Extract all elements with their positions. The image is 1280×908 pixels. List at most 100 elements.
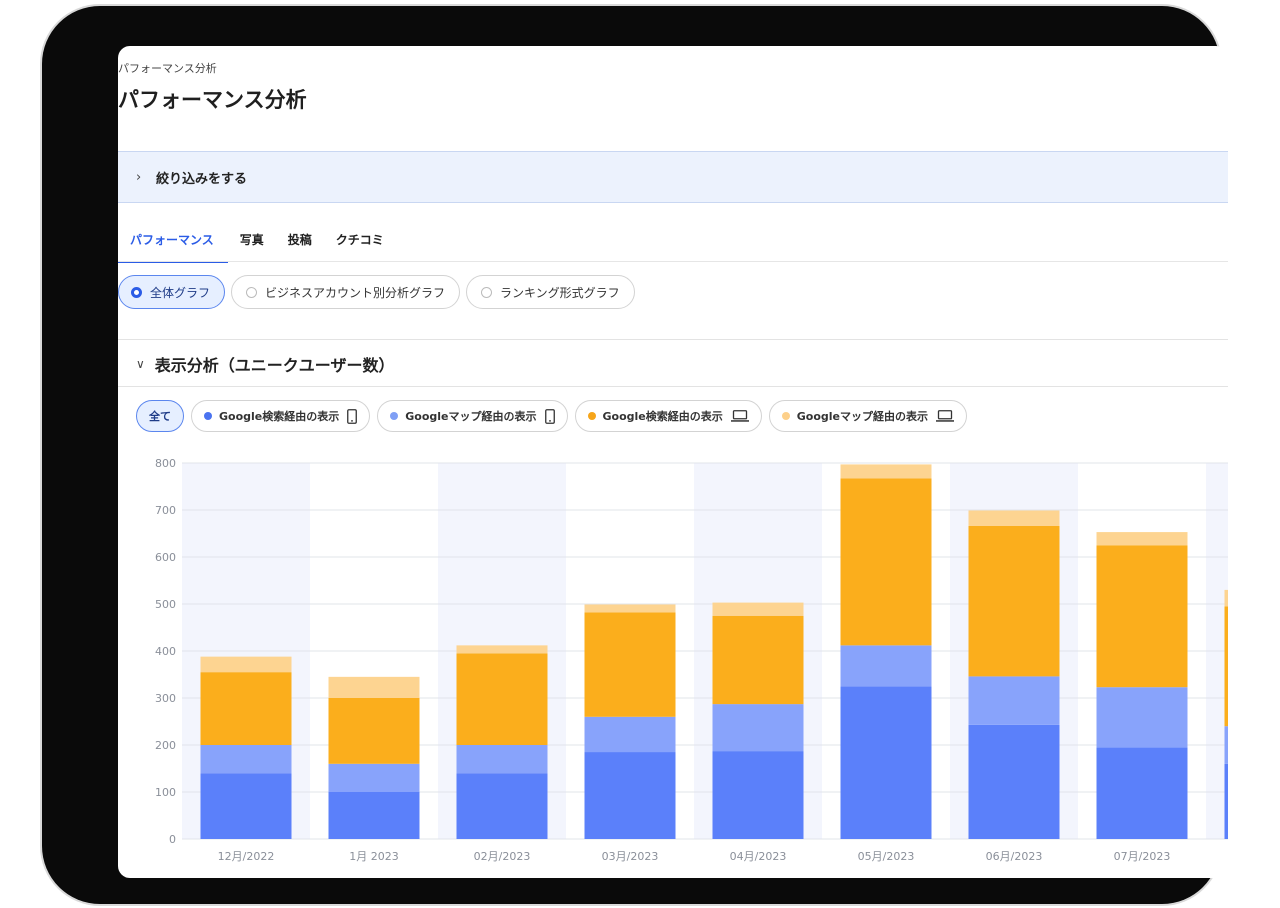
graph-mode-group: 全体グラフ ビジネスアカウント別分析グラフ ランキング形式グラフ xyxy=(118,275,635,309)
legend-label: Googleマップ経由の表示 xyxy=(796,410,928,423)
bar-segment xyxy=(456,745,548,774)
y-tick-label: 100 xyxy=(155,786,176,799)
y-tick-label: 800 xyxy=(155,457,176,470)
bar-segment xyxy=(840,478,932,646)
bar-segment xyxy=(584,604,676,613)
series-color-dot xyxy=(781,412,790,420)
graph-mode-label: ビジネスアカウント別分析グラフ xyxy=(265,285,446,300)
x-tick-label: 12月/2022 xyxy=(218,850,275,863)
bar-segment xyxy=(712,602,804,616)
bar-segment xyxy=(200,656,292,673)
stacked-bar-chart: 0 100 200 300 400 500 600 700 800 12月/2022 1月 2023… xyxy=(155,457,1228,863)
radio-checked-icon xyxy=(131,286,142,298)
bar-segment xyxy=(1096,687,1188,748)
bar-segment xyxy=(840,464,932,479)
bar-segment xyxy=(968,510,1060,526)
bar-segment xyxy=(584,612,676,717)
graph-mode-label: 全体グラフ xyxy=(150,285,211,300)
bar-segment xyxy=(456,645,548,654)
bar-segment xyxy=(456,653,548,745)
legend-search-desktop[interactable]: Google検索経由の表示 xyxy=(574,400,762,432)
x-tick-label: 04月/2023 xyxy=(730,850,787,863)
app-screen: パフォーマンス分析 パフォーマンス分析 › 絞り込みをする パフォーマンス 写真… xyxy=(118,46,1228,878)
bar-segment xyxy=(712,751,804,839)
tab-performance[interactable]: パフォーマンス xyxy=(118,232,228,263)
bar-segment xyxy=(840,686,932,839)
series-filter: 全て Google検索経由の表示 Googleマップ経由の表示 Google検索… xyxy=(136,400,967,432)
bar-segment xyxy=(1096,747,1188,839)
filter-label: 絞り込みをする xyxy=(156,171,248,187)
bar-segment xyxy=(1224,726,1228,764)
legend-maps-mobile[interactable]: Googleマップ経由の表示 xyxy=(377,400,568,432)
radio-unchecked-icon xyxy=(481,286,493,298)
divider xyxy=(118,339,1228,340)
bar-segment xyxy=(584,752,676,839)
bar-segment xyxy=(1224,606,1228,727)
graph-mode-label: ランキング形式グラフ xyxy=(500,285,620,300)
breadcrumb: パフォーマンス分析 xyxy=(118,62,217,75)
legend-label: Googleマップ経由の表示 xyxy=(405,410,537,423)
x-tick-label: 1月 2023 xyxy=(349,850,399,863)
chevron-down-icon: ∨ xyxy=(136,357,145,371)
bar-segment xyxy=(456,773,548,839)
tablet-frame: パフォーマンス分析 パフォーマンス分析 › 絞り込みをする パフォーマンス 写真… xyxy=(42,6,1228,904)
graph-mode-by-account[interactable]: ビジネスアカウント別分析グラフ xyxy=(231,275,461,309)
legend-label: Google検索経由の表示 xyxy=(602,410,723,423)
bar-segment xyxy=(712,704,804,752)
laptop-icon xyxy=(730,410,749,422)
graph-mode-ranking[interactable]: ランキング形式グラフ xyxy=(466,275,635,309)
x-tick-label: 03月/2023 xyxy=(602,850,659,863)
y-tick-label: 0 xyxy=(169,833,176,846)
y-tick-label: 200 xyxy=(155,739,176,752)
section-title: 表示分析（ユニークユーザー数） xyxy=(154,356,395,375)
legend-all-button[interactable]: 全て xyxy=(136,400,184,432)
laptop-icon xyxy=(936,410,954,422)
tab-divider xyxy=(118,261,1228,262)
divider xyxy=(118,386,1228,387)
bar-segment xyxy=(584,716,676,753)
bar-segment xyxy=(1096,532,1188,546)
chevron-right-icon: › xyxy=(136,169,142,185)
section-toggle[interactable]: ∨ 表示分析（ユニークユーザー数） xyxy=(136,352,394,376)
smartphone-icon xyxy=(544,408,555,424)
bar-segment xyxy=(200,745,292,774)
y-tick-label: 500 xyxy=(155,598,176,611)
tab-reviews[interactable]: クチコミ xyxy=(324,232,396,261)
bar-segment xyxy=(200,672,292,745)
y-tick-label: 400 xyxy=(155,645,176,658)
x-tick-label: 06月/2023 xyxy=(986,850,1043,863)
y-tick-label: 700 xyxy=(155,504,176,517)
bar-segment xyxy=(1224,589,1228,607)
bar-segment xyxy=(328,792,420,839)
x-tick-label: 07月/2023 xyxy=(1114,850,1171,863)
bar-segment xyxy=(968,525,1060,677)
tab-photos[interactable]: 写真 xyxy=(228,232,276,261)
series-color-dot xyxy=(204,412,212,420)
bar-segment xyxy=(712,615,804,705)
tab-bar: パフォーマンス 写真 投稿 クチコミ xyxy=(118,232,396,263)
bar-segment xyxy=(328,763,420,792)
bar-segment xyxy=(200,773,292,839)
bar-segment xyxy=(1224,763,1228,839)
legend-label: Google検索経由の表示 xyxy=(219,410,340,423)
y-tick-label: 300 xyxy=(155,692,176,705)
x-tick-label: 05月/2023 xyxy=(858,850,915,863)
legend-maps-desktop[interactable]: Googleマップ経由の表示 xyxy=(768,400,967,432)
series-color-dot xyxy=(587,412,596,420)
graph-mode-overall[interactable]: 全体グラフ xyxy=(118,275,226,309)
legend-search-mobile[interactable]: Google検索経由の表示 xyxy=(191,400,371,432)
tab-posts[interactable]: 投稿 xyxy=(276,232,324,261)
filter-toggle[interactable]: › 絞り込みをする xyxy=(118,151,1228,203)
bar-segment xyxy=(328,676,420,698)
radio-unchecked-icon xyxy=(246,286,258,298)
y-tick-label: 600 xyxy=(155,551,176,564)
bar-segment xyxy=(328,698,420,764)
bar-segment xyxy=(840,645,932,687)
smartphone-icon xyxy=(347,408,358,424)
page-title: パフォーマンス分析 xyxy=(118,88,307,112)
series-color-dot xyxy=(390,412,399,420)
bar-segment xyxy=(968,676,1060,725)
bar-segment xyxy=(968,724,1060,839)
bar-segment xyxy=(1096,545,1188,688)
x-tick-label: 02月/2023 xyxy=(474,850,531,863)
